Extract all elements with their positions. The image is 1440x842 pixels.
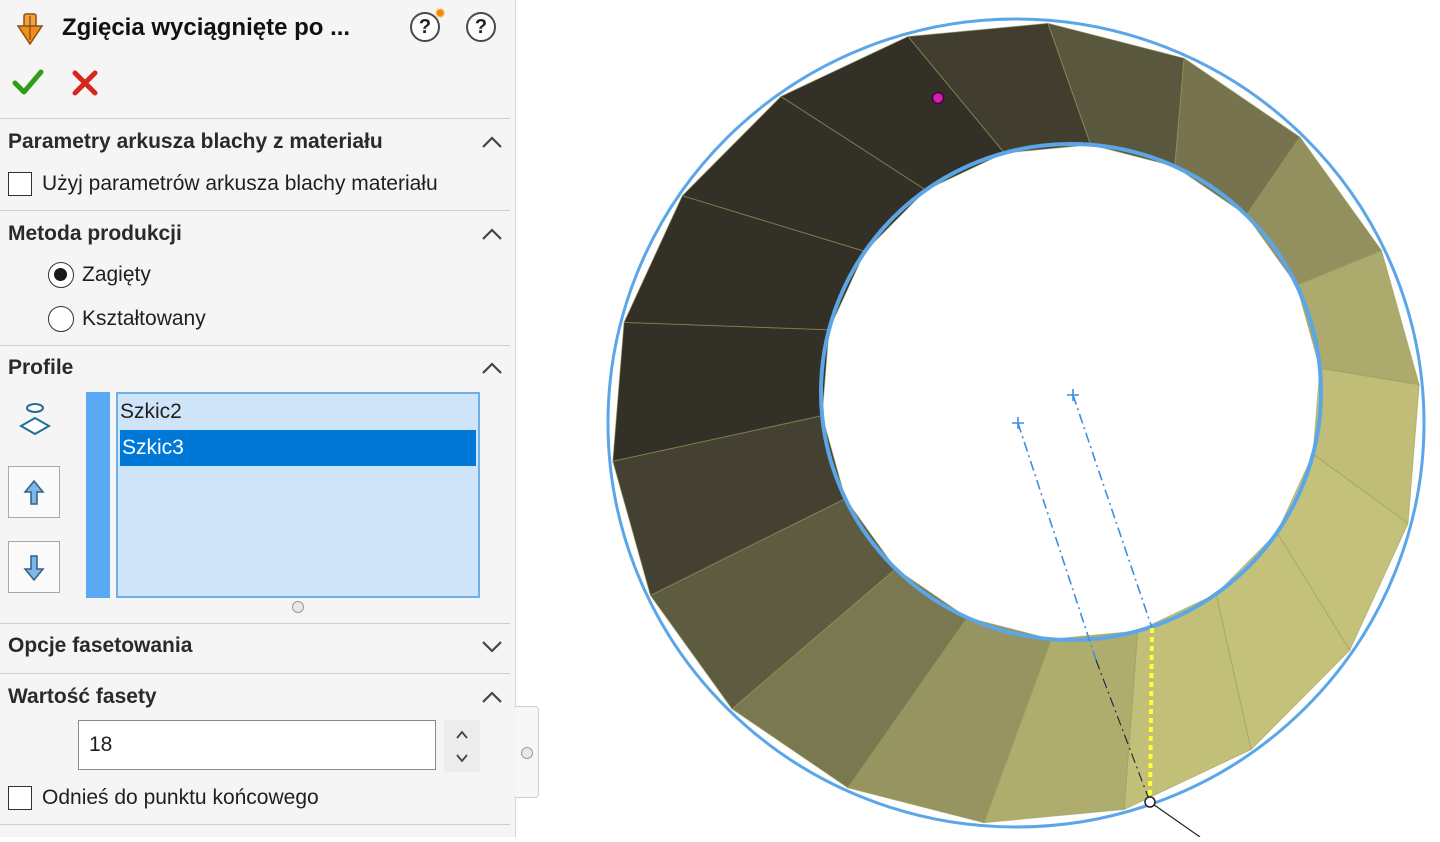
sketch-point-handle — [931, 91, 945, 105]
radio-bent-label: Zagięty — [82, 263, 151, 286]
checkmark-icon — [12, 69, 44, 95]
centerline-1 — [1017, 422, 1097, 661]
radio-formed[interactable] — [48, 306, 74, 332]
arrow-up-icon — [23, 479, 45, 505]
radio-bent[interactable] — [48, 262, 74, 288]
section-title-sheet-params[interactable]: Parametry arkusza blachy z materiału — [8, 130, 383, 154]
section-title-method[interactable]: Metoda produkcji — [8, 222, 182, 246]
help-button[interactable]: ? — [466, 12, 496, 42]
section-title-profile[interactable]: Profile — [8, 356, 73, 380]
divider — [0, 345, 510, 346]
cancel-button[interactable] — [70, 68, 100, 98]
listbox-resize-handle[interactable] — [292, 601, 304, 613]
whats-wrong-help-button[interactable]: ? ✹ — [410, 6, 446, 42]
center-marker-2 — [1067, 389, 1079, 401]
section-title-facet-value[interactable]: Wartość fasety — [8, 685, 157, 709]
list-item[interactable]: Szkic2 — [118, 394, 478, 430]
graphics-area[interactable] — [540, 0, 1440, 838]
endpoint-handle — [1144, 796, 1156, 808]
section-title-facet-options[interactable]: Opcje fasetowania — [8, 634, 192, 658]
divider — [0, 210, 510, 211]
chevron-up-icon[interactable] — [480, 360, 504, 376]
lofted-bend-icon — [16, 13, 44, 46]
centerline-2 — [1072, 394, 1153, 629]
help-glyph: ? — [418, 16, 432, 38]
move-up-button[interactable] — [8, 466, 60, 518]
list-item[interactable]: Szkic3 — [120, 430, 476, 466]
use-material-params-checkbox[interactable] — [8, 172, 32, 196]
chevron-up-icon[interactable] — [480, 689, 504, 705]
panel-title: Zgięcia wyciągnięte po ... — [62, 14, 351, 41]
chevron-up-icon[interactable] — [480, 134, 504, 150]
chevron-down-icon[interactable] — [480, 638, 504, 654]
chevron-down-icon[interactable] — [454, 752, 470, 764]
relative-to-endpoint-checkbox[interactable] — [8, 786, 32, 810]
divider — [0, 824, 510, 825]
panel-flyout-tab[interactable] — [515, 706, 539, 798]
panel-header: Zgięcia wyciągnięte po ... ? ✹ ? — [0, 0, 516, 58]
radio-formed-label: Kształtowany — [82, 307, 206, 330]
help-glyph: ? — [474, 16, 488, 38]
profile-listbox[interactable]: Szkic2 Szkic3 — [116, 392, 480, 598]
divider — [0, 623, 510, 624]
facet-value-spinner[interactable] — [444, 720, 480, 772]
flyout-handle[interactable] — [521, 747, 533, 759]
ok-button[interactable] — [12, 66, 44, 98]
relative-to-endpoint-label: Odnieś do punktu końcowego — [42, 786, 319, 809]
facet-value-input[interactable]: 18 — [78, 720, 436, 770]
sparkle-icon: ✹ — [434, 5, 446, 21]
faceted-ring-model[interactable] — [540, 0, 1440, 838]
selection-color-strip — [86, 392, 110, 598]
center-marker-1 — [1012, 417, 1024, 429]
profile-sketch-icon — [18, 403, 52, 436]
divider — [0, 673, 510, 674]
use-material-params-label: Użyj parametrów arkusza blachy materiału — [42, 172, 438, 195]
divider — [0, 118, 510, 119]
move-down-button[interactable] — [8, 541, 60, 593]
property-manager-panel: Zgięcia wyciągnięte po ... ? ✹ ? Paramet… — [0, 0, 516, 837]
chevron-up-icon[interactable] — [480, 226, 504, 242]
leader-line — [1149, 801, 1201, 838]
arrow-down-icon — [23, 555, 45, 582]
chevron-up-icon[interactable] — [454, 729, 470, 741]
x-icon — [72, 70, 98, 96]
